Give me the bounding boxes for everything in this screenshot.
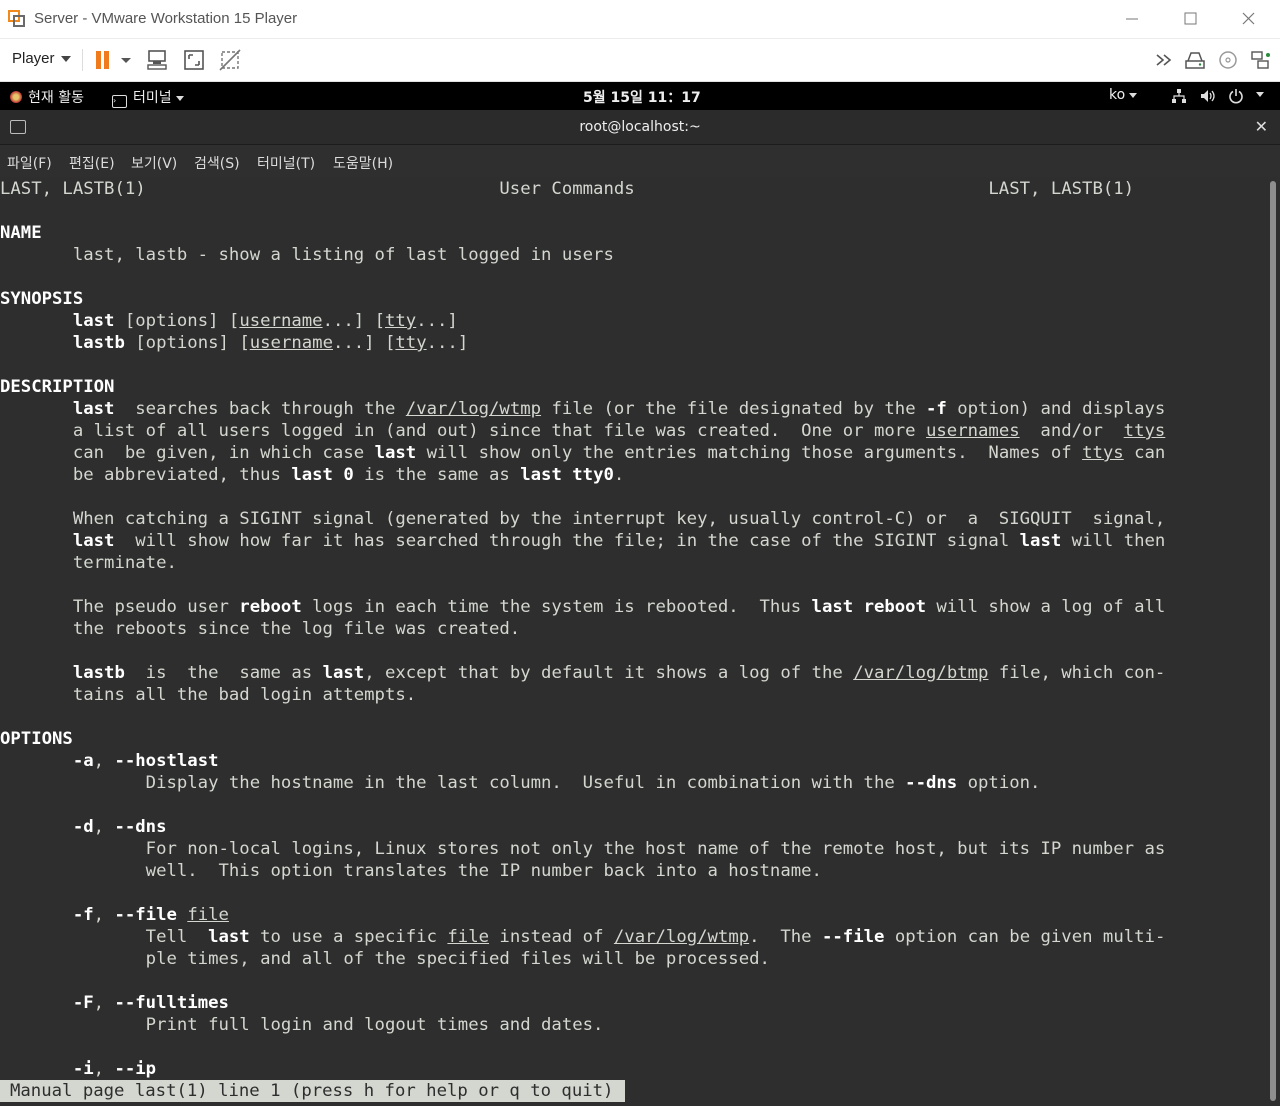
menu-edit[interactable]: 편집(E)	[69, 153, 115, 173]
terminal-line: NAME	[0, 223, 42, 243]
input-language-button[interactable]: ko	[1109, 87, 1138, 103]
app-menu-label: 터미널	[133, 90, 172, 106]
removable-device-icon[interactable]	[1182, 47, 1208, 73]
terminal-line: OPTIONS	[0, 729, 73, 749]
gnome-top-bar: 현재 활동 › 터미널 5월 15일 11：17 ko	[0, 82, 1280, 110]
menu-search[interactable]: 검색(S)	[194, 153, 240, 173]
terminal-line: terminate.	[0, 553, 177, 573]
terminal-line: Print full login and logout times and da…	[0, 1015, 604, 1035]
terminal-line: tains all the bad login attempts.	[0, 685, 417, 705]
menu-help[interactable]: 도움말(H)	[333, 153, 393, 173]
pause-icon[interactable]	[92, 47, 118, 73]
terminal-line: Display the hostname in the last column.…	[0, 773, 1041, 793]
app-menu-button[interactable]: › 터미널	[112, 87, 184, 108]
more-icon[interactable]	[1152, 47, 1178, 73]
terminal-line: -d, --dns	[72, 817, 167, 837]
terminal-line: lastb is the same as last, except that b…	[72, 663, 1166, 683]
menu-view[interactable]: 보기(V)	[131, 153, 177, 173]
pause-dropdown-icon[interactable]	[118, 47, 134, 73]
terminal-line: last, lastb - show a listing of last log…	[0, 245, 614, 265]
clock[interactable]: 5월 15일 11：17	[583, 87, 701, 107]
menu-terminal[interactable]: 터미널(T)	[257, 153, 315, 173]
terminal-line: last searches back through the /var/log/…	[72, 399, 1166, 419]
terminal-line: be abbreviated, thus last 0 is the same …	[0, 465, 625, 485]
terminal-line: can be given, in which case last will sh…	[0, 443, 1166, 463]
terminal-title: root@localhost:~	[579, 119, 701, 135]
terminal-line: -i, --ip	[72, 1059, 157, 1079]
terminal-line: When catching a SIGINT signal (generated…	[0, 509, 1166, 529]
terminal-line: -F, --fulltimes	[72, 993, 229, 1013]
activities-icon	[10, 91, 22, 103]
terminal-line: Tell last to use a specific file instead…	[0, 927, 1166, 947]
maximize-icon[interactable]	[1170, 6, 1210, 32]
activities-label: 현재 활동	[28, 90, 84, 106]
terminal-header-bar: root@localhost:~ ✕	[0, 110, 1280, 145]
vmware-logo-icon	[8, 10, 25, 27]
player-menu-label: Player	[12, 50, 55, 67]
terminal-app-icon: ›	[112, 95, 127, 108]
terminal-line: a list of all users logged in (and out) …	[0, 421, 1166, 441]
power-icon[interactable]	[1228, 88, 1244, 104]
terminal-line: ple times, and all of the specified file…	[0, 949, 770, 969]
terminal-line: last [options] [username...] [tty...]	[72, 311, 458, 331]
volume-icon[interactable]	[1199, 88, 1217, 104]
terminal-menubar: 파일(F) 편집(E) 보기(V) 검색(S) 터미널(T) 도움말(H)	[0, 145, 1280, 177]
chevron-down-icon	[60, 56, 71, 63]
fit-guest-icon[interactable]	[181, 47, 207, 73]
chevron-down-icon	[1129, 92, 1138, 98]
network-adapter-icon[interactable]	[1248, 47, 1274, 73]
minimize-icon[interactable]	[1112, 6, 1152, 32]
activities-button[interactable]: 현재 활동	[10, 87, 84, 107]
close-terminal-icon[interactable]: ✕	[1255, 117, 1268, 136]
terminal-scrollbar-thumb[interactable]	[1270, 181, 1276, 1101]
terminal-line: lastb [options] [username...] [tty...]	[72, 333, 469, 353]
terminal-output[interactable]: LAST, LASTB(1) User Commands LAST, LASTB…	[0, 177, 1266, 1106]
terminal-line: DESCRIPTION	[0, 377, 115, 397]
terminal-line: -f, --file file	[72, 905, 229, 925]
network-icon[interactable]	[1171, 88, 1187, 104]
terminal-line: -a, --hostlast	[72, 751, 219, 771]
terminal-line: well. This option translates the IP numb…	[0, 861, 822, 881]
pager-status-line: Manual page last(1) line 1 (press h for …	[0, 1080, 626, 1102]
chevron-down-icon	[1256, 91, 1264, 97]
toolbar-divider	[82, 49, 83, 71]
system-menu-button[interactable]	[1252, 86, 1264, 102]
input-language-label: ko	[1109, 87, 1126, 103]
window-title-bar: Server - VMware Workstation 15 Player	[0, 0, 1280, 39]
chevron-down-icon	[175, 95, 184, 101]
terminal-line: The pseudo user reboot logs in each time…	[0, 597, 1166, 617]
send-ctrl-alt-del-icon[interactable]	[145, 47, 171, 73]
terminal-line: For non-local logins, Linux stores not o…	[0, 839, 1166, 859]
terminal-line: SYNOPSIS	[0, 289, 84, 309]
terminal-line: the reboots since the log file was creat…	[0, 619, 521, 639]
vmware-toolbar: Player	[0, 39, 1280, 82]
menu-file[interactable]: 파일(F)	[7, 153, 52, 173]
unity-icon[interactable]	[217, 47, 243, 73]
window-title: Server - VMware Workstation 15 Player	[34, 10, 298, 27]
close-window-icon[interactable]	[1228, 6, 1268, 32]
player-menu-button[interactable]: Player	[12, 50, 71, 67]
cd-icon[interactable]	[1215, 47, 1241, 73]
terminal-line: LAST, LASTB(1) User Commands LAST, LASTB…	[0, 179, 1135, 199]
terminal-line: last will show how far it has searched t…	[72, 531, 1166, 551]
